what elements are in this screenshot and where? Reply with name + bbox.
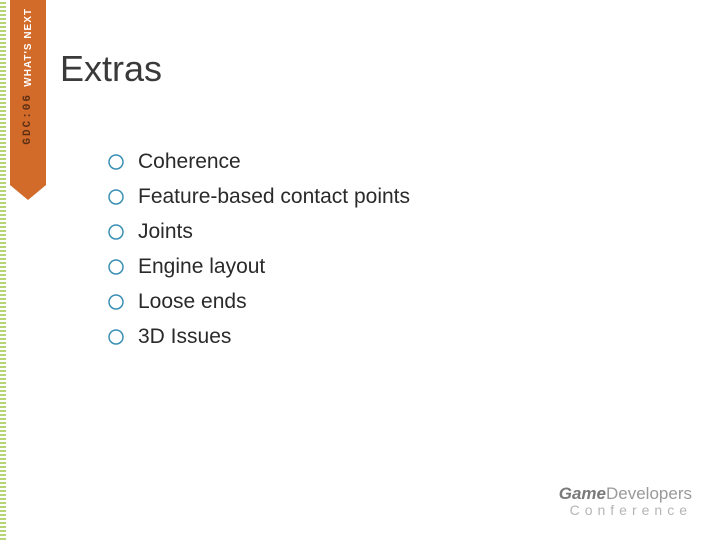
list-item: Joints <box>108 220 410 244</box>
list-item: Coherence <box>108 150 410 174</box>
list-item: Feature-based contact points <box>108 185 410 209</box>
list-item: Engine layout <box>108 255 410 279</box>
ribbon-title: WHAT'S NEXT <box>23 8 34 87</box>
list-item-text: Coherence <box>138 150 241 174</box>
event-ribbon: WHAT'S NEXT GDC:06 <box>10 0 46 200</box>
bullet-icon <box>108 154 124 170</box>
footer-conference-text: Conference <box>559 502 692 518</box>
ribbon-subtitle: GDC:06 <box>22 93 34 145</box>
bullet-icon <box>108 259 124 275</box>
list-item: Loose ends <box>108 290 410 314</box>
footer-game-text: Game <box>559 484 606 503</box>
slide-title: Extras <box>60 48 162 90</box>
decorative-stripe <box>0 0 6 540</box>
bullet-icon <box>108 294 124 310</box>
bullet-icon <box>108 329 124 345</box>
footer-logo: GameDevelopers Conference <box>559 484 692 518</box>
list-item: 3D Issues <box>108 325 410 349</box>
footer-developers-text: Developers <box>606 484 692 503</box>
list-item-text: Joints <box>138 220 193 244</box>
bullet-icon <box>108 189 124 205</box>
list-item-text: Engine layout <box>138 255 265 279</box>
list-item-text: Feature-based contact points <box>138 185 410 209</box>
list-item-text: 3D Issues <box>138 325 231 349</box>
bullet-list: Coherence Feature-based contact points J… <box>108 150 410 360</box>
bullet-icon <box>108 224 124 240</box>
list-item-text: Loose ends <box>138 290 247 314</box>
